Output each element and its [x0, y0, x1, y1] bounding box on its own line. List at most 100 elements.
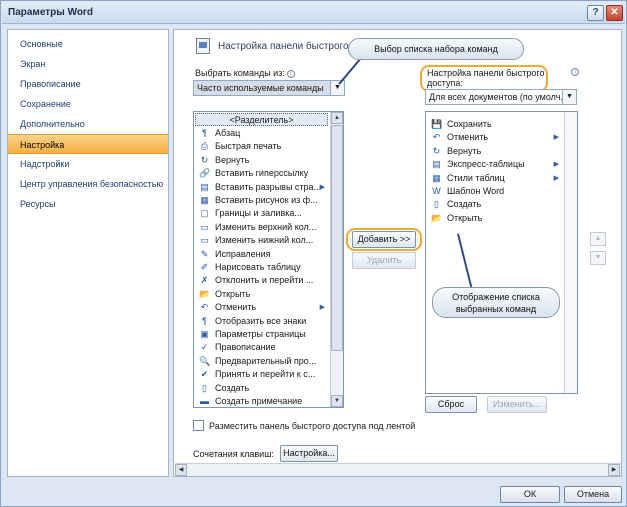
- ok-button[interactable]: ОК: [500, 486, 560, 503]
- sidebar-item[interactable]: Экран: [8, 54, 168, 74]
- command-icon: ⎙: [200, 141, 209, 152]
- list-item-label: Нарисовать таблицу: [215, 262, 301, 272]
- horizontal-scrollbar[interactable]: ◀ ▶: [175, 463, 621, 476]
- list-item-label: Отменить: [447, 132, 489, 143]
- list-item[interactable]: ▯ Создать: [426, 198, 563, 211]
- list-item-separator[interactable]: <Разделитель>: [195, 113, 328, 126]
- list-item[interactable]: 🔍 Предварительный про...: [194, 355, 329, 368]
- list-item[interactable]: 🔗 Вставить гиперссылку: [194, 167, 329, 180]
- list-item-label: Открыть: [215, 288, 251, 299]
- list-item[interactable]: ✐ Нарисовать таблицу: [194, 261, 329, 274]
- list-item-label: Вернуть: [447, 145, 482, 156]
- sidebar-item[interactable]: Центр управления безопасностью: [8, 174, 168, 194]
- list-item[interactable]: ▬ Создать примечание: [194, 395, 329, 407]
- list-item[interactable]: 📂 Открыть: [426, 212, 563, 225]
- sidebar-item[interactable]: Дополнительно: [8, 114, 168, 134]
- remove-button[interactable]: Удалить: [352, 252, 416, 269]
- list-item-label: Правописание: [215, 342, 276, 353]
- qat-label-highlight: [420, 65, 548, 92]
- info-icon: i: [571, 68, 579, 76]
- list-item-label: Вставить рисунок из ф...: [215, 195, 318, 205]
- list-item[interactable]: ✗ Отклонить и перейти ...: [194, 274, 329, 287]
- command-icon: ▦: [432, 172, 441, 183]
- sidebar-item[interactable]: Основные: [8, 34, 168, 54]
- list-item[interactable]: ✎ Исправления: [194, 248, 329, 261]
- list-item[interactable]: ¶ Абзац: [194, 127, 329, 140]
- command-icon: 📂: [199, 288, 211, 299]
- command-icon: ✔: [200, 369, 209, 380]
- list-item[interactable]: ▤ Экспресс-таблицы ▶: [426, 158, 563, 171]
- chevron-down-icon[interactable]: ▼: [330, 81, 344, 95]
- command-icon: ↶: [432, 132, 441, 143]
- list-item[interactable]: ▯ Создать: [194, 382, 329, 395]
- list-item[interactable]: ⎙ Быстрая печать: [194, 140, 329, 153]
- list-item-label: Предварительный про...: [215, 355, 317, 366]
- command-icon: ¶: [202, 315, 207, 326]
- below-ribbon-label: Разместить панель быстрого доступа под л…: [209, 421, 416, 431]
- move-down-button[interactable]: ▼: [590, 251, 606, 265]
- callout-line-2: выбранных команд: [455, 304, 537, 314]
- list-item-label: Шаблон Word: [447, 186, 505, 196]
- quick-access-list[interactable]: 💾 Сохранить ↶ Отменить ▶ ↻ Вернуть ▤ Экспресс-та…: [425, 111, 578, 394]
- sidebar-item[interactable]: Настройка: [8, 134, 168, 154]
- list-item[interactable]: 📂 Открыть: [194, 288, 329, 301]
- choose-commands-dropdown[interactable]: Часто используемые команды ▼: [193, 80, 345, 96]
- callout-selected-list: Отображение списка выбранных команд: [432, 287, 560, 318]
- sidebar-item[interactable]: Надстройки: [8, 154, 168, 174]
- list-item[interactable]: ▭ Изменить верхний кол...: [194, 221, 329, 234]
- command-icon: ▢: [200, 208, 209, 219]
- scroll-down-button[interactable]: ▼: [331, 395, 343, 407]
- list-item[interactable]: ▤ Вставить разрывы стра... ▶: [194, 181, 329, 194]
- shortcuts-customize-button[interactable]: Настройка...: [280, 445, 338, 462]
- chevron-right-icon: ▶: [553, 134, 559, 142]
- command-icon: ▯: [202, 382, 207, 393]
- sidebar-item[interactable]: Правописание: [8, 74, 168, 94]
- list-item[interactable]: ↻ Вернуть: [426, 145, 563, 158]
- list-item-label: Абзац: [215, 128, 241, 138]
- nav-sidebar: Основные Экран Правописание Сохранение Допол…: [7, 29, 169, 477]
- list-item[interactable]: ↻ Вернуть: [194, 154, 329, 167]
- list-item[interactable]: ↶ Отменить ▶: [194, 301, 329, 314]
- list-item[interactable]: ¶ Отобразить все знаки: [194, 315, 329, 328]
- cancel-button[interactable]: Отмена: [564, 486, 622, 503]
- customize-icon: [196, 38, 210, 54]
- command-icon: 📂: [431, 212, 443, 223]
- chevron-down-icon[interactable]: ▼: [562, 90, 576, 104]
- list-item-label: Изменить верхний кол...: [215, 221, 317, 232]
- list-item-label: Создать: [447, 199, 482, 210]
- list-item[interactable]: ▣ Параметры страницы: [194, 328, 329, 341]
- close-button[interactable]: ✕: [606, 5, 623, 21]
- list-item[interactable]: W Шаблон Word: [426, 185, 563, 198]
- command-icon: ▤: [432, 159, 441, 170]
- command-icon: W: [432, 186, 441, 196]
- available-commands-list[interactable]: <Разделитель> ▲ ▼ ¶ Абзац ⎙ Быстрая печать ↻…: [193, 111, 344, 408]
- add-button[interactable]: Добавить >>: [352, 231, 416, 248]
- chevron-right-icon: ▶: [553, 174, 559, 182]
- list-item[interactable]: ▦ Стили таблиц ▶: [426, 172, 563, 185]
- list-item-label: Вставить гиперссылку: [215, 168, 309, 179]
- qat-scope-dropdown[interactable]: Для всех документов (по умолч... ▼: [425, 89, 577, 105]
- reset-button[interactable]: Сброс: [425, 396, 477, 413]
- commands-scrollbar[interactable]: ▲ ▼: [330, 112, 343, 407]
- command-icon: ↶: [200, 302, 209, 313]
- list-item[interactable]: ▢ Границы и заливка...: [194, 207, 329, 220]
- scroll-up-button[interactable]: ▲: [331, 112, 343, 124]
- help-button[interactable]: ?: [587, 5, 604, 21]
- scroll-right-button[interactable]: ▶: [608, 464, 620, 476]
- command-icon: ¶: [202, 128, 207, 138]
- list-item[interactable]: ✔ Принять и перейти к с...: [194, 368, 329, 381]
- modify-button[interactable]: Изменить...: [487, 396, 547, 413]
- sidebar-item[interactable]: Сохранение: [8, 94, 168, 114]
- list-item[interactable]: ↶ Отменить ▶: [426, 131, 563, 144]
- list-item[interactable]: ▦ Вставить рисунок из ф...: [194, 194, 329, 207]
- below-ribbon-checkbox[interactable]: [193, 420, 204, 431]
- list-item[interactable]: ✓ Правописание: [194, 341, 329, 354]
- scroll-thumb[interactable]: [331, 125, 343, 351]
- list-item-label: Создать примечание: [215, 396, 303, 406]
- selected-scrollbar[interactable]: [564, 112, 577, 393]
- move-up-button[interactable]: ▲: [590, 232, 606, 246]
- list-item[interactable]: ▭ Изменить нижний кол...: [194, 234, 329, 247]
- sidebar-item[interactable]: Ресурсы: [8, 194, 168, 214]
- list-item[interactable]: 💾 Сохранить: [426, 118, 563, 131]
- scroll-left-button[interactable]: ◀: [175, 464, 187, 476]
